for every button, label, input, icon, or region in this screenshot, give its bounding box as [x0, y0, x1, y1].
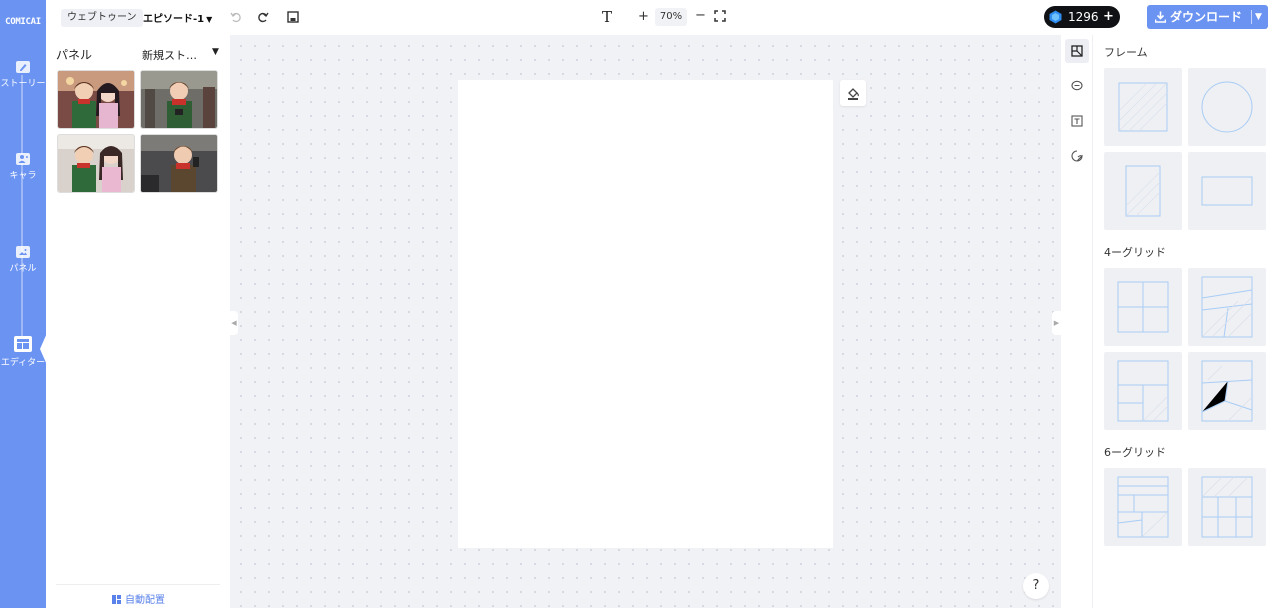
panel-thumb-2[interactable]	[140, 70, 218, 129]
fullscreen-icon[interactable]	[714, 10, 726, 22]
layout-icon	[14, 336, 32, 352]
zoom-in-button[interactable]: +	[638, 9, 649, 24]
grid4-slanted[interactable]	[1188, 268, 1266, 346]
frame-square[interactable]	[1104, 68, 1182, 146]
section-title-4grid: 4ーグリッド	[1104, 246, 1166, 259]
frame-circle[interactable]	[1188, 68, 1266, 146]
sticker-tool-button[interactable]	[1065, 144, 1089, 168]
download-button[interactable]: ダウンロード ▼	[1147, 5, 1268, 29]
left-rail: COMICAI ストーリー キャラ パネル エディター	[0, 0, 47, 608]
pencil-icon	[16, 61, 30, 73]
frame-icon	[1071, 45, 1083, 57]
text-tool-button-side[interactable]	[1065, 109, 1089, 133]
auto-layout-label: 自動配置	[125, 595, 165, 606]
fill-bucket-button[interactable]	[840, 80, 866, 106]
episode-label: エピソード-1	[143, 14, 205, 25]
chevron-down-icon[interactable]: ▼	[1255, 5, 1262, 29]
download-label: ダウンロード	[1170, 10, 1243, 24]
panel-library: パネル 新規スト… ▼ 自動配置	[46, 35, 230, 608]
top-bar: ウェブトゥーン エピソード-1 ▼ T + 70% − 1296 + ダウンロード…	[46, 0, 1280, 35]
zoom-out-button[interactable]: −	[695, 8, 706, 23]
text-tool-button[interactable]: T	[602, 8, 612, 26]
collapse-left-panel-button[interactable]: ◀	[230, 311, 238, 335]
help-button[interactable]: ?	[1023, 573, 1049, 599]
speech-bubble-tool-button[interactable]	[1065, 74, 1089, 98]
speech-bubble-icon	[1071, 80, 1083, 91]
add-credits-button[interactable]: +	[1103, 6, 1114, 28]
app-logo[interactable]: COMICAI	[4, 17, 42, 27]
rail-item-label: ストーリー	[0, 79, 46, 89]
person-icon	[16, 153, 30, 165]
image-icon	[16, 246, 30, 258]
credits-badge[interactable]: 1296 +	[1044, 6, 1120, 28]
rail-item-panel[interactable]: パネル	[0, 246, 46, 274]
gem-icon	[1049, 10, 1062, 24]
tool-strip	[1061, 35, 1093, 608]
grid4-equal[interactable]	[1104, 268, 1182, 346]
download-icon	[1155, 11, 1166, 23]
frame-landscape[interactable]	[1188, 152, 1266, 230]
canvas-area[interactable]: ◀ ▶ ?	[230, 35, 1061, 608]
panel-title: パネル	[56, 48, 93, 62]
caret-down-icon: ▼	[212, 47, 219, 57]
story-select[interactable]: 新規スト… ▼	[142, 47, 222, 63]
rail-item-label: エディター	[0, 358, 46, 368]
comic-page[interactable]	[458, 80, 833, 548]
frame-portrait[interactable]	[1104, 152, 1182, 230]
paint-bucket-icon	[848, 88, 859, 100]
section-title-frame: フレーム	[1104, 46, 1148, 59]
collapse-right-panel-button[interactable]: ▶	[1052, 311, 1061, 335]
rail-item-story[interactable]: ストーリー	[0, 61, 46, 89]
divider	[1251, 10, 1252, 24]
frame-tool-button[interactable]	[1065, 39, 1089, 63]
episode-selector[interactable]: エピソード-1 ▼	[143, 10, 212, 25]
text-box-icon	[1071, 115, 1083, 127]
sticker-icon	[1071, 150, 1083, 162]
save-icon[interactable]	[286, 10, 300, 24]
rail-divider	[21, 75, 23, 347]
redo-icon[interactable]	[256, 10, 270, 24]
layout-panel: フレーム 4ーグリッド 6ーグリッド	[1094, 35, 1280, 608]
rail-item-character[interactable]: キャラ	[0, 153, 46, 181]
format-chip[interactable]: ウェブトゥーン	[61, 9, 143, 27]
story-select-value: 新規スト…	[142, 49, 197, 62]
section-title-6grid: 6ーグリッド	[1104, 446, 1166, 459]
zoom-level[interactable]: 70%	[655, 8, 687, 26]
grid6-mixed[interactable]	[1104, 468, 1182, 546]
grid4-mixed[interactable]	[1104, 352, 1182, 430]
divider	[56, 584, 220, 585]
grid-icon	[112, 595, 121, 604]
panel-thumb-4[interactable]	[140, 134, 218, 193]
auto-layout-button[interactable]: 自動配置	[112, 591, 165, 606]
credits-count: 1296	[1068, 10, 1099, 24]
panel-thumb-3[interactable]	[57, 134, 135, 193]
grid6-regular[interactable]	[1188, 468, 1266, 546]
grid4-dynamic[interactable]	[1188, 352, 1266, 430]
panel-thumb-1[interactable]	[57, 70, 135, 129]
undo-icon[interactable]	[229, 10, 243, 24]
rail-item-label: パネル	[9, 264, 37, 274]
rail-item-label: キャラ	[9, 171, 37, 181]
caret-down-icon: ▼	[206, 15, 213, 24]
